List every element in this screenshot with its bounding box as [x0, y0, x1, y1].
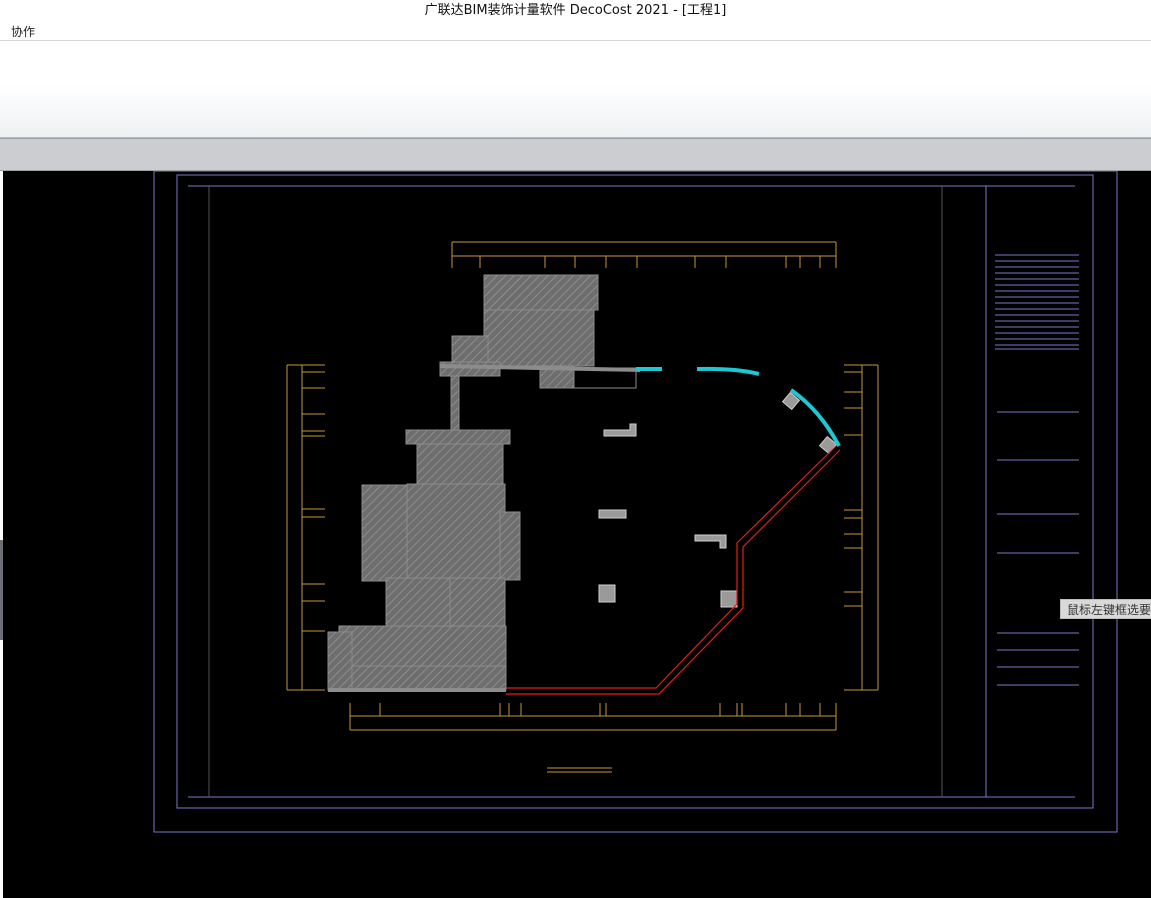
red-walls: [506, 445, 841, 695]
hatched-walls: [327, 274, 599, 691]
menu-item-collaborate[interactable]: 协作: [11, 23, 35, 40]
title-bar: 广联达BIM装饰计量软件 DecoCost 2021 - [工程1]: [0, 0, 1151, 22]
title-block: [995, 254, 1079, 686]
window-title: 广联达BIM装饰计量软件 DecoCost 2021 - [工程1]: [424, 3, 727, 18]
menu-bar: 协作: [0, 22, 1151, 41]
sheet-frame: [153, 171, 1118, 833]
ribbon-toolbar: [0, 41, 1151, 138]
curtain-walls: [636, 366, 841, 447]
document-tab-strip: [0, 138, 1151, 171]
status-hint-tooltip: 鼠标左键框选要: [1060, 599, 1151, 619]
drawing-canvas[interactable]: [3, 171, 1151, 898]
columns: [598, 391, 838, 608]
floor-plan-drawing[interactable]: [3, 171, 1151, 898]
